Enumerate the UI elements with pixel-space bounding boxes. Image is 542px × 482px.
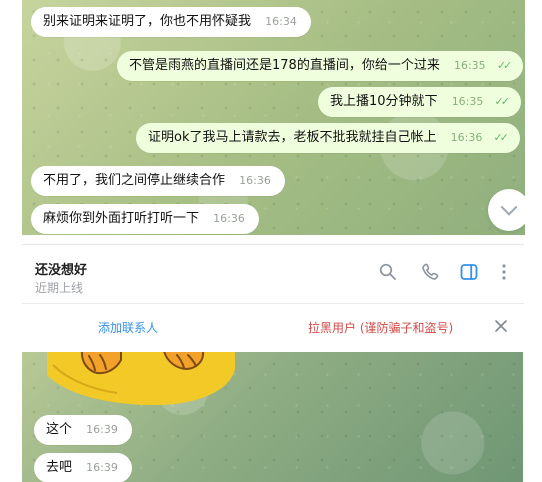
message-text: 去吧: [46, 460, 73, 475]
chat-title: 还没想好: [35, 263, 88, 278]
sidebar-icon[interactable]: [459, 262, 479, 282]
message-bubble[interactable]: 不管是雨燕的直播间还是178的直播间，你给一个过来 16:35 ✓✓: [117, 51, 524, 81]
message-text: 别来证明来证明了，你也不用怀疑我: [43, 14, 252, 29]
message-time: 16:36: [239, 174, 271, 187]
message-time: 16:39: [86, 423, 118, 436]
message-time: 16:36: [450, 131, 483, 144]
duck-sticker: [47, 352, 235, 405]
message-time: 16:36: [213, 212, 245, 225]
search-icon[interactable]: [378, 262, 398, 282]
top-chat-panel: 别来证明来证明了，你也不用怀疑我 16:34 不管是雨燕的直播间还是178的直播…: [22, 0, 525, 235]
message-text: 这个: [46, 422, 73, 437]
message-text: 不管是雨燕的直播间还是178的直播间，你给一个过来: [129, 58, 440, 73]
message-time: 16:39: [86, 461, 118, 474]
bottom-chat-panel: 这个 16:39 去吧 16:39: [22, 352, 523, 482]
message-bubble[interactable]: 不用了，我们之间停止继续合作 16:36: [31, 166, 285, 196]
more-icon[interactable]: [499, 262, 509, 282]
message-time: 16:35: [451, 95, 484, 108]
read-ticks-icon: ✓✓: [496, 59, 513, 72]
message-bubble[interactable]: 别来证明来证明了，你也不用怀疑我 16:34: [31, 7, 311, 37]
chat-action-bar: 添加联系人 拉黑用户 (谨防骗子和盗号): [22, 304, 524, 352]
chevron-down-icon: [500, 198, 518, 216]
message-text: 麻烦你到外面打听打听一下: [43, 211, 200, 226]
phone-icon[interactable]: [420, 262, 440, 282]
block-user-button[interactable]: 拉黑用户 (谨防骗子和盗号): [308, 321, 453, 335]
message-bubble[interactable]: 麻烦你到外面打听打听一下 16:36: [31, 204, 259, 234]
message-bubble[interactable]: 这个 16:39: [34, 415, 132, 445]
message-text: 证明ok了我马上请款去，老板不批我就挂自己帐上: [148, 130, 437, 145]
message-bubble[interactable]: 证明ok了我马上请款去，老板不批我就挂自己帐上 16:36 ✓✓: [136, 123, 520, 153]
chat-header: 还没想好 近期上线: [22, 245, 524, 303]
chat-status: 近期上线: [35, 281, 84, 295]
message-text: 我上播10分钟就下: [330, 94, 438, 109]
scroll-down-button[interactable]: [488, 189, 525, 231]
message-bubble[interactable]: 去吧 16:39: [34, 453, 132, 482]
close-icon[interactable]: [494, 319, 508, 333]
add-contact-button[interactable]: 添加联系人: [98, 321, 158, 335]
message-bubble[interactable]: 我上播10分钟就下 16:35 ✓✓: [318, 87, 521, 117]
message-text: 不用了，我们之间停止继续合作: [43, 173, 226, 188]
read-ticks-icon: ✓✓: [493, 131, 509, 144]
message-time: 16:34: [265, 15, 297, 28]
read-ticks-icon: ✓✓: [494, 95, 511, 108]
message-time: 16:35: [453, 59, 486, 72]
